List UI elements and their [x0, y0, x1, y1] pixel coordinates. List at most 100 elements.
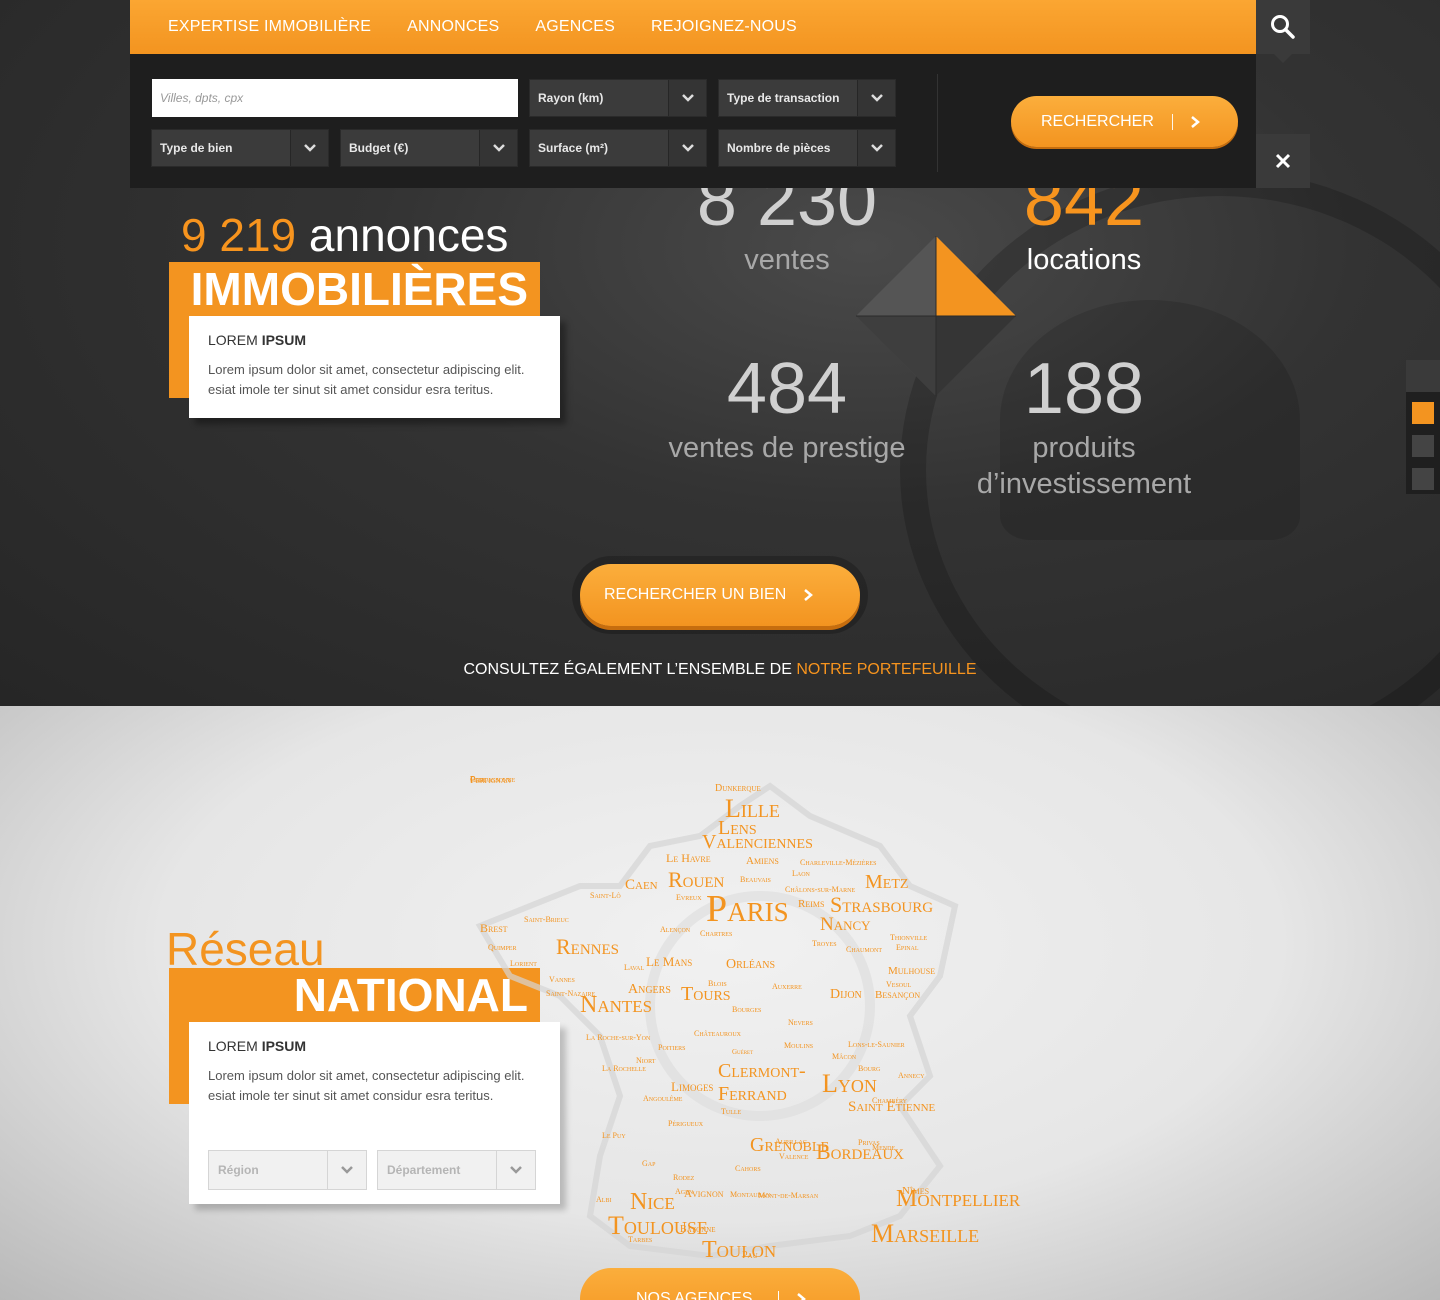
city-label[interactable]: Clermont- — [718, 1061, 806, 1081]
button-separator — [1171, 113, 1173, 130]
city-label[interactable]: Tulle — [721, 1108, 741, 1116]
city-label[interactable]: Cahors — [735, 1165, 761, 1173]
city-label[interactable]: Limoges — [671, 1080, 713, 1093]
city-label[interactable]: Saint-Brieuc — [524, 916, 569, 924]
city-label[interactable]: Pau — [742, 1251, 758, 1261]
close-search-button[interactable] — [1256, 134, 1310, 188]
rooms-select[interactable]: Nombre de pièces — [718, 129, 896, 167]
city-label[interactable]: Reims — [798, 899, 824, 910]
city-label[interactable]: Brest — [480, 922, 508, 934]
city-label[interactable]: Chaumont — [846, 946, 882, 954]
search-toggle-button[interactable] — [1256, 0, 1310, 63]
city-label[interactable]: Metz — [865, 872, 908, 892]
nav-item-rejoignez[interactable]: REJOIGNEZ-NOUS — [651, 18, 797, 36]
city-label[interactable]: Guéret — [732, 1049, 753, 1056]
city-label[interactable]: Aurillac — [775, 1138, 807, 1146]
city-label[interactable]: Quimper — [488, 944, 516, 952]
city-label[interactable]: Châteauroux — [694, 1030, 741, 1038]
city-label[interactable]: Saint Etienne — [848, 1100, 935, 1115]
panel-divider — [937, 74, 938, 172]
city-label[interactable]: Ferrand — [718, 1084, 787, 1104]
network-card-title-light: LOREM — [208, 1038, 262, 1054]
nav-item-expertise[interactable]: EXPERTISE IMMOBILIÈRE — [168, 18, 371, 36]
city-label[interactable]: Périgueux — [668, 1120, 703, 1128]
nav-item-agences[interactable]: AGENCES — [535, 18, 615, 36]
city-label[interactable]: Avignon — [684, 1189, 724, 1200]
agencies-button[interactable]: NOS AGENCES — [580, 1268, 860, 1300]
city-label[interactable]: Tarbes — [628, 1236, 652, 1244]
nav-item-annonces[interactable]: ANNONCES — [407, 18, 499, 36]
city-label[interactable]: Poitiers — [658, 1044, 685, 1052]
city-label[interactable]: Rodez — [673, 1174, 694, 1182]
city-label[interactable]: Lorient — [510, 960, 537, 968]
city-label[interactable]: Montpellier — [896, 1187, 1020, 1211]
property-type-select[interactable]: Type de bien — [151, 129, 329, 167]
city-label[interactable]: Rennes — [556, 936, 619, 958]
city-label[interactable]: Epinal — [896, 944, 919, 952]
city-label[interactable]: Annecy — [898, 1072, 924, 1080]
pager-dot-3[interactable] — [1412, 468, 1434, 490]
city-label[interactable]: Mâcon — [832, 1053, 856, 1061]
pager-dot-1[interactable] — [1412, 402, 1434, 424]
city-label[interactable]: Vesoul — [886, 981, 911, 989]
city-label[interactable]: Saint-Lô — [590, 892, 621, 900]
city-label[interactable]: Toulon — [702, 1238, 776, 1262]
city-label[interactable]: Dunkerque — [715, 784, 761, 794]
portfolio-link[interactable]: NOTRE PORTEFEUILLE — [796, 661, 976, 678]
city-label[interactable]: Valence — [779, 1153, 808, 1161]
city-label[interactable]: Perpignan — [470, 776, 511, 786]
city-label[interactable]: Alençon — [660, 926, 690, 934]
city-label[interactable]: Le Havre — [666, 852, 711, 864]
region-select[interactable]: Région — [208, 1150, 367, 1190]
pager-dot-2[interactable] — [1412, 435, 1434, 457]
city-label[interactable]: Nevers — [788, 1019, 813, 1027]
city-label[interactable]: Lyon — [822, 1071, 877, 1097]
city-label[interactable]: Troyes — [812, 940, 837, 948]
city-label[interactable]: Bayonne — [680, 1225, 716, 1235]
city-label[interactable]: Le Mans — [646, 955, 692, 968]
search-property-button[interactable]: RECHERCHER UN BIEN — [580, 564, 860, 626]
city-label[interactable]: Lons-le-Saunier — [848, 1041, 905, 1049]
city-label[interactable]: Evreux — [676, 894, 702, 902]
city-label[interactable]: Strasbourg — [830, 894, 933, 916]
city-label[interactable]: Tours — [681, 984, 731, 1004]
city-label[interactable]: Nantes — [580, 993, 652, 1017]
city-label[interactable]: Paris — [706, 890, 789, 928]
surface-select[interactable]: Surface (m²) — [529, 129, 707, 167]
city-label[interactable]: Charleville-Mézières — [800, 859, 876, 867]
city-label[interactable]: Gap — [642, 1160, 655, 1168]
city-label[interactable]: La Rochelle — [602, 1065, 646, 1073]
rayon-select[interactable]: Rayon (km) — [529, 79, 707, 117]
city-label[interactable]: Le Puy — [602, 1132, 626, 1140]
city-label[interactable]: Mont-de-Marsan — [758, 1192, 818, 1200]
transaction-select[interactable]: Type de transaction — [718, 79, 896, 117]
city-label[interactable]: Thionville — [890, 934, 927, 942]
city-search-input[interactable] — [152, 79, 518, 117]
city-label[interactable]: Albi — [596, 1196, 611, 1204]
city-label[interactable]: Angoulême — [643, 1095, 682, 1103]
city-label[interactable]: Orléans — [726, 958, 775, 972]
pager-handle[interactable] — [1406, 360, 1440, 392]
city-label[interactable]: Nancy — [820, 915, 871, 934]
city-label[interactable]: Valenciennes — [702, 832, 813, 852]
search-submit-button[interactable]: RECHERCHER — [1011, 96, 1238, 147]
city-label[interactable]: Caen — [625, 878, 658, 893]
city-label[interactable]: Vannes — [549, 976, 575, 984]
city-label[interactable]: Mulhouse — [888, 966, 935, 977]
budget-select[interactable]: Budget (€) — [340, 129, 518, 167]
city-label[interactable]: Laval — [624, 964, 644, 972]
city-label[interactable]: Moulins — [784, 1042, 813, 1050]
city-label[interactable]: Laon — [792, 870, 810, 878]
city-label[interactable]: Beauvais — [740, 876, 771, 884]
chevron-down-icon — [668, 130, 706, 166]
city-label[interactable]: Bourges — [732, 1006, 761, 1014]
chevron-down-icon — [857, 80, 895, 116]
city-label[interactable]: Marseille — [871, 1221, 979, 1247]
city-label[interactable]: Amiens — [746, 856, 779, 867]
city-label[interactable]: Auxerre — [772, 983, 802, 991]
city-label[interactable]: La Roche-sur-Yon — [586, 1034, 650, 1042]
city-label[interactable]: Dijon — [830, 988, 862, 1002]
city-label[interactable]: Mende — [872, 1144, 895, 1152]
city-label[interactable]: Besançon — [875, 990, 920, 1001]
city-label[interactable]: Chartres — [700, 930, 732, 938]
